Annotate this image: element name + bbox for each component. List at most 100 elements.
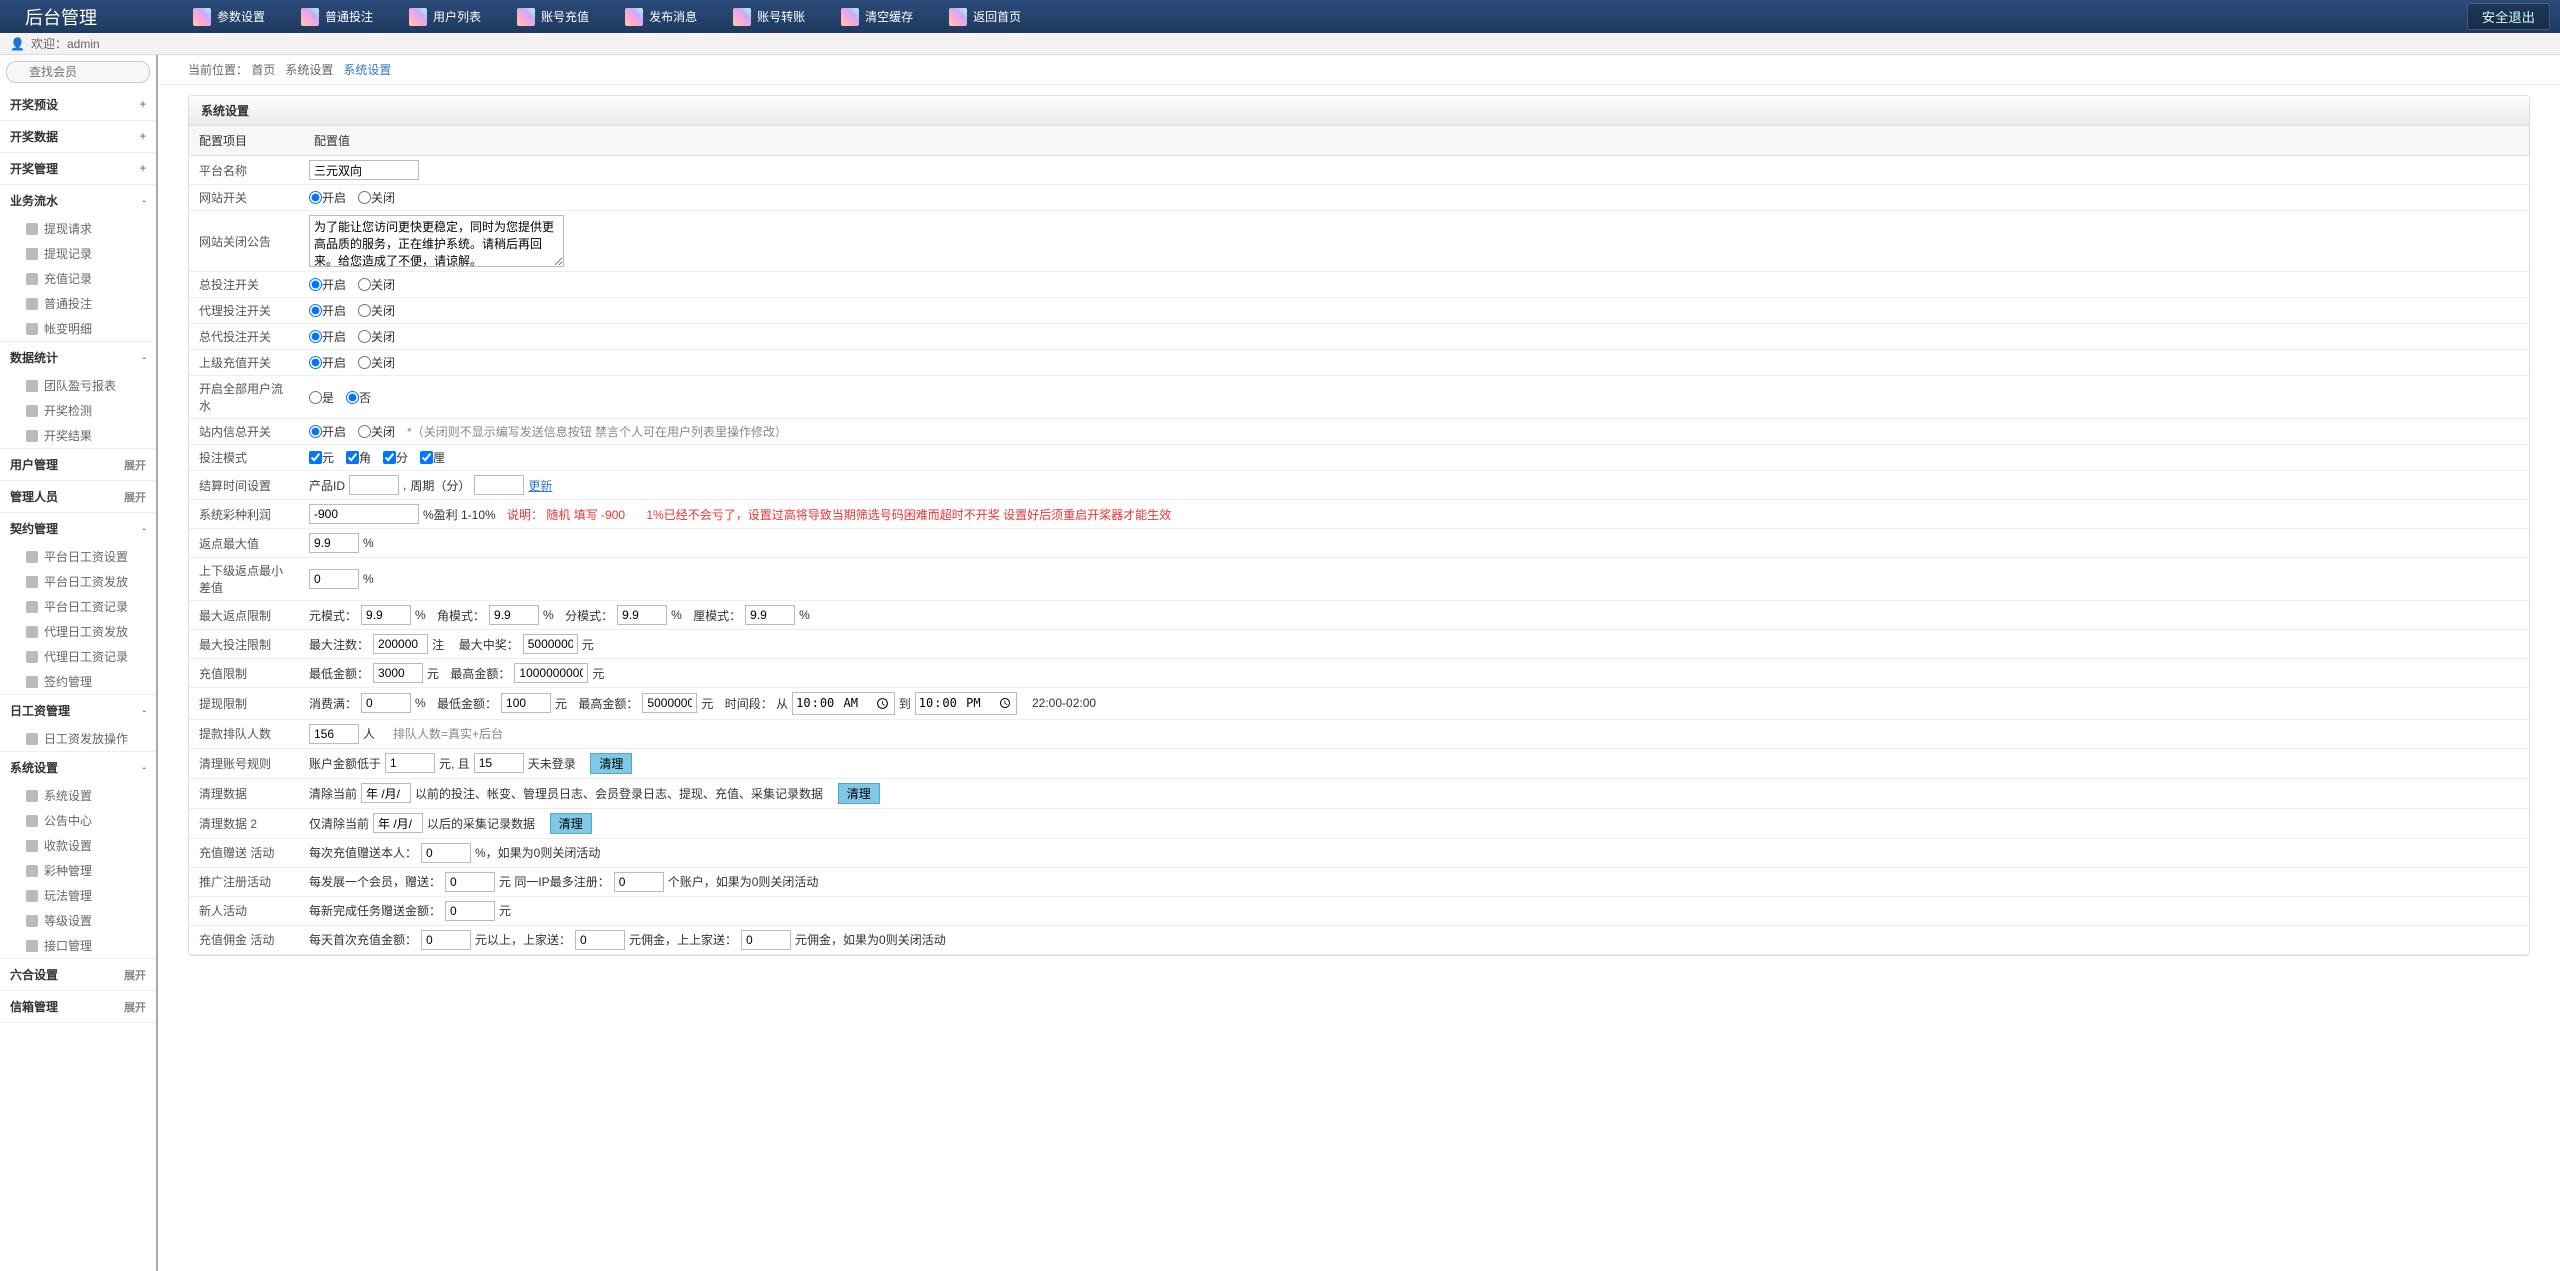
menu-item[interactable]: 开奖结果 [0, 423, 156, 448]
menu-item[interactable]: 公告中心 [0, 808, 156, 833]
menu-item[interactable]: 玩法管理 [0, 883, 156, 908]
clear-button-3[interactable]: 清理 [550, 813, 592, 834]
inmsg-open[interactable] [309, 425, 322, 438]
rebate-max-input[interactable] [309, 533, 359, 553]
mode-fen[interactable] [383, 451, 396, 464]
menu-header[interactable]: 开奖数据+ [0, 121, 156, 152]
menu-header[interactable]: 系统设置- [0, 752, 156, 783]
menu-item[interactable]: 团队盈亏报表 [0, 373, 156, 398]
menu-item[interactable]: 接口管理 [0, 933, 156, 958]
promo-ip[interactable] [614, 872, 664, 892]
agent-bet-open[interactable] [309, 304, 322, 317]
rebate-fen[interactable] [617, 605, 667, 625]
breadcrumb-current[interactable]: 系统设置 [343, 63, 391, 77]
total-bet-close[interactable] [358, 278, 371, 291]
consume-input[interactable] [361, 693, 411, 713]
total-bet-open[interactable] [309, 278, 322, 291]
comm-up1[interactable] [575, 930, 625, 950]
site-close-radio[interactable] [358, 191, 371, 204]
comm-amt[interactable] [421, 930, 471, 950]
sup-recharge-close[interactable] [358, 356, 371, 369]
menu-item[interactable]: 彩种管理 [0, 858, 156, 883]
clear-button-1[interactable]: 清理 [590, 753, 632, 774]
update-link[interactable]: 更新 [528, 477, 552, 494]
gift-input[interactable] [421, 843, 471, 863]
topnav-item[interactable]: 用户列表 [391, 0, 499, 33]
agent-bet-close[interactable] [358, 304, 371, 317]
newbie-input[interactable] [445, 901, 495, 921]
menu-header[interactable]: 信箱管理展开 [0, 991, 156, 1022]
time-from[interactable] [792, 692, 895, 715]
menu-item[interactable]: 提现请求 [0, 216, 156, 241]
logout-button[interactable]: 安全退出 [2467, 3, 2550, 30]
site-open-radio[interactable] [309, 191, 322, 204]
maxbet-input[interactable] [373, 634, 428, 654]
menu-item[interactable]: 代理日工资发放 [0, 619, 156, 644]
menu-item[interactable]: 平台日工资设置 [0, 544, 156, 569]
totagent-bet-close[interactable] [358, 330, 371, 343]
comm-up2[interactable] [741, 930, 791, 950]
topnav-item[interactable]: 清空缓存 [823, 0, 931, 33]
product-id-input[interactable] [349, 475, 399, 495]
queue-input[interactable] [309, 724, 359, 744]
maxwin-input[interactable] [523, 634, 578, 654]
clear-button-2[interactable]: 清理 [838, 783, 880, 804]
breadcrumb-home[interactable]: 首页 [251, 63, 275, 77]
menu-item[interactable]: 平台日工资发放 [0, 569, 156, 594]
menu-header[interactable]: 业务流水- [0, 185, 156, 216]
menu-item[interactable]: 系统设置 [0, 783, 156, 808]
clean-amt[interactable] [385, 753, 435, 773]
recharge-min[interactable] [373, 663, 423, 683]
mode-jiao[interactable] [346, 451, 359, 464]
menu-item[interactable]: 开奖检测 [0, 398, 156, 423]
menu-item[interactable]: 日工资发放操作 [0, 726, 156, 751]
mode-yuan[interactable] [309, 451, 322, 464]
topnav-item[interactable]: 普通投注 [283, 0, 391, 33]
menu-item[interactable]: 签约管理 [0, 669, 156, 694]
menu-header[interactable]: 管理人员展开 [0, 481, 156, 512]
menu-item[interactable]: 平台日工资记录 [0, 594, 156, 619]
menu-item[interactable]: 等级设置 [0, 908, 156, 933]
topnav-item[interactable]: 发布消息 [607, 0, 715, 33]
topnav-item[interactable]: 账号转账 [715, 0, 823, 33]
search-input[interactable] [6, 61, 150, 83]
profit-input[interactable] [309, 504, 419, 524]
promo-gift[interactable] [445, 872, 495, 892]
menu-header[interactable]: 六合设置展开 [0, 959, 156, 990]
menu-header[interactable]: 契约管理- [0, 513, 156, 544]
menu-header[interactable]: 数据统计- [0, 342, 156, 373]
withdraw-min[interactable] [501, 693, 551, 713]
close-notice-textarea[interactable] [309, 215, 564, 267]
menu-item[interactable]: 充值记录 [0, 266, 156, 291]
inmsg-close[interactable] [358, 425, 371, 438]
allflow-yes[interactable] [309, 391, 322, 404]
platform-name-input[interactable] [309, 160, 419, 180]
period-input[interactable] [474, 475, 524, 495]
menu-item[interactable]: 代理日工资记录 [0, 644, 156, 669]
time-to[interactable] [915, 692, 1018, 715]
menu-header[interactable]: 开奖管理+ [0, 153, 156, 184]
menu-header[interactable]: 用户管理展开 [0, 449, 156, 480]
rebate-jiao[interactable] [489, 605, 539, 625]
menu-header[interactable]: 开奖预设+ [0, 89, 156, 120]
topnav-item[interactable]: 返回首页 [931, 0, 1039, 33]
allflow-no[interactable] [346, 391, 359, 404]
sup-recharge-open[interactable] [309, 356, 322, 369]
recharge-max[interactable] [514, 663, 588, 683]
menu-item[interactable]: 提现记录 [0, 241, 156, 266]
clean-days[interactable] [474, 753, 524, 773]
rebate-li[interactable] [745, 605, 795, 625]
totagent-bet-open[interactable] [309, 330, 322, 343]
topnav-item[interactable]: 账号充值 [499, 0, 607, 33]
withdraw-max[interactable] [642, 693, 697, 713]
menu-header[interactable]: 日工资管理- [0, 695, 156, 726]
menu-item[interactable]: 普通投注 [0, 291, 156, 316]
menu-item[interactable]: 帐变明细 [0, 316, 156, 341]
clean-date-2[interactable] [373, 813, 423, 833]
rebate-diff-input[interactable] [309, 569, 359, 589]
mode-li[interactable] [420, 451, 433, 464]
breadcrumb-mid[interactable]: 系统设置 [285, 63, 333, 77]
rebate-yuan[interactable] [361, 605, 411, 625]
topnav-item[interactable]: 参数设置 [175, 0, 283, 33]
clean-date-1[interactable] [361, 783, 411, 803]
